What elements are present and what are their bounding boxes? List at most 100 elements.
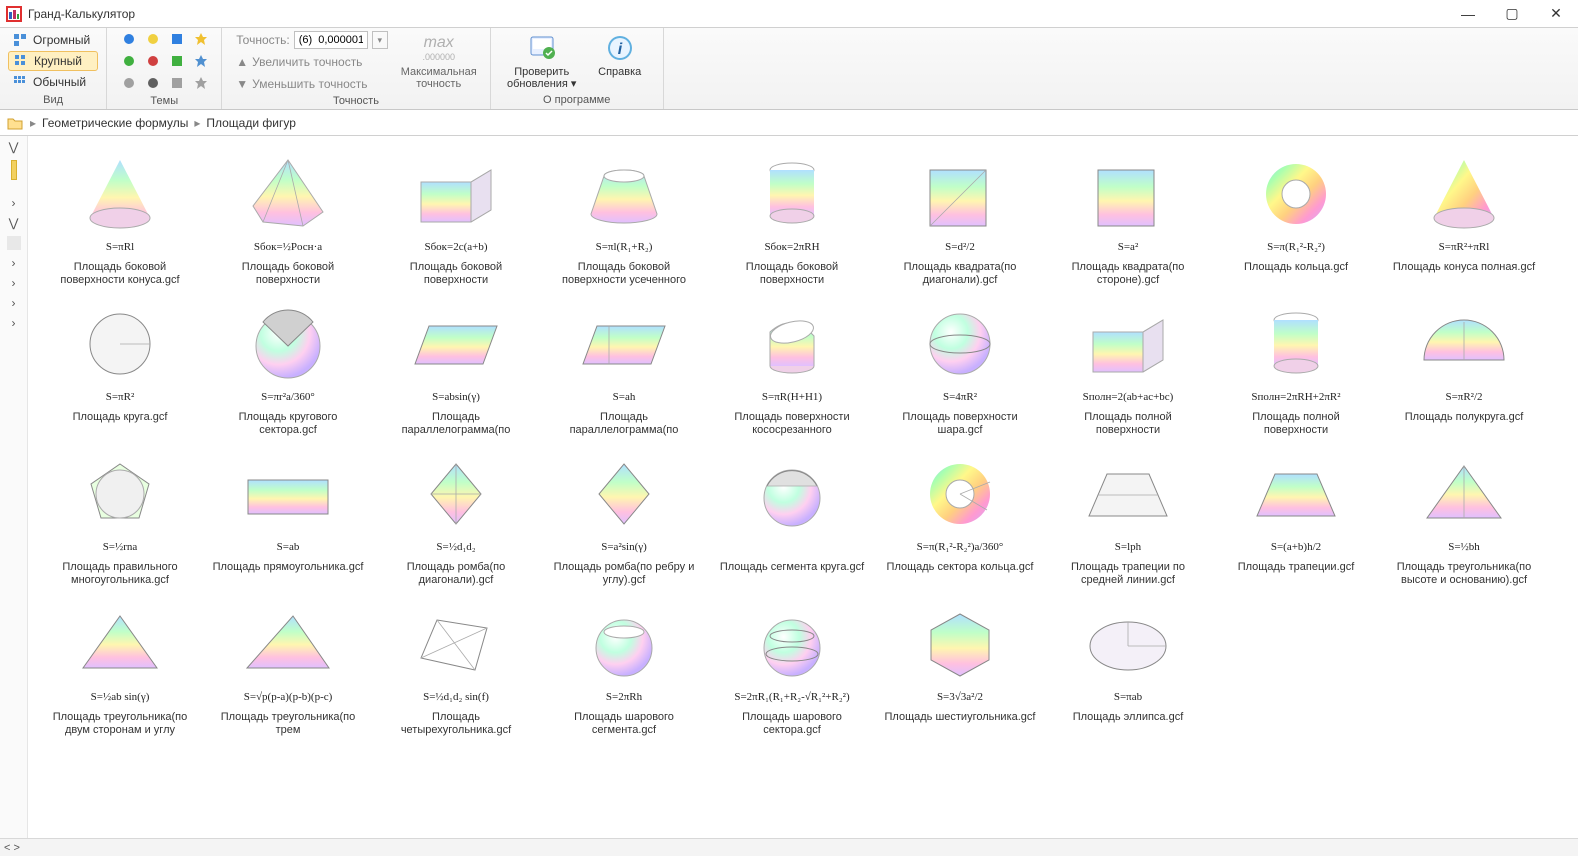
tile-sphere-seg[interactable]: S=2πRh Площадь шарового сегмента.gcf [544,596,704,742]
formula-text: S=lph [1115,541,1141,557]
max-precision-button[interactable]: max .000000 Максимальная точность [396,30,482,92]
breadcrumb-l2[interactable]: Площади фигур [206,116,296,130]
caption-text: Площадь квадрата(по стороне).gcf [1051,261,1205,289]
shape-thumb [900,449,1020,539]
tile-cylinder-full[interactable]: Sполн=2πRH+2πR² Площадь полной поверхнос… [1216,296,1376,442]
theme-green-circle[interactable] [119,52,139,70]
help-icon: i [604,32,636,64]
tile-triangle-bh[interactable]: S=½bh Площадь треугольника(по высоте и о… [1384,446,1544,592]
shape-thumb [564,449,684,539]
tile-circle[interactable]: S=πR² Площадь круга.gcf [40,296,200,442]
caption-text: Площадь сегмента круга.gcf [715,561,869,589]
tile-parallelogram-h[interactable]: S=ah Площадь параллелограмма(по [544,296,704,442]
nav-current[interactable] [7,236,21,250]
tile-rhombus-d[interactable]: S=½d₁d₂ Площадь ромба(по диагонали).gcf [376,446,536,592]
formula-text: S=√p(p-a)(p-b)(p-c) [244,691,333,707]
caption-text: Площадь квадрата(по диагонали).gcf [883,261,1037,289]
tile-hexagon[interactable]: S=3√3a²/2 Площадь шестиугольника.gcf [880,596,1040,742]
close-button[interactable]: ✕ [1534,0,1578,28]
shape-thumb [60,599,180,689]
formula-text: S=absin(γ) [432,391,480,407]
formula-text: S=½ab sin(γ) [91,691,150,707]
nav-right-1[interactable]: › [5,196,23,210]
maximize-button[interactable]: ▢ [1490,0,1534,28]
nav-down[interactable]: ⋁ [5,216,23,230]
shape-thumb [1404,299,1524,389]
check-updates-button[interactable]: Проверить обновления ▾ [499,30,585,92]
caption-text: Площадь параллелограмма(по [379,411,533,439]
theme-blue-circle[interactable] [119,30,139,48]
tile-ellipse[interactable]: S=πab Площадь эллипса.gcf [1048,596,1208,742]
tile-frustum-cone[interactable]: S=πl(R₁+R₂) Площадь боковой поверхности … [544,146,704,292]
shape-thumb [228,149,348,239]
shape-thumb [1068,449,1188,539]
theme-red-circle[interactable] [143,52,163,70]
tile-quad[interactable]: S=½d₁d₂ sin(f) Площадь четырехугольника.… [376,596,536,742]
shape-thumb [396,599,516,689]
view-large[interactable]: Крупный [8,51,98,71]
formula-text: S=½d₁d₂ [436,541,475,557]
tile-sector[interactable]: S=πr²a/360° Площадь кругового сектора.gc… [208,296,368,442]
tile-trapezoid[interactable]: S=(a+b)h/2 Площадь трапеции.gcf [1216,446,1376,592]
theme-gray-circle[interactable] [119,74,139,92]
tile-sliced-cyl[interactable]: S=πR(H+H1) Площадь поверхности кососреза… [712,296,872,442]
tile-cone[interactable]: S=πRl Площадь боковой поверхности конуса… [40,146,200,292]
breadcrumb-l1[interactable]: Геометрические формулы [42,116,188,130]
shape-thumb [1236,299,1356,389]
status-nav[interactable]: < > [4,842,20,854]
shape-thumb [396,449,516,539]
formula-text: S=a²sin(γ) [601,541,647,557]
theme-blue-square[interactable] [167,30,187,48]
tile-segment[interactable]: Площадь сегмента круга.gcf [712,446,872,592]
side-nav: ⋁ › ⋁ › › › › [0,136,28,838]
tile-pyramid[interactable]: Sбок=½Pосн·a Площадь боковой поверхности [208,146,368,292]
tile-rhombus[interactable]: S=a²sin(γ) Площадь ромба(по ребру и углу… [544,446,704,592]
tile-prism[interactable]: Sбок=2c(a+b) Площадь боковой поверхности [376,146,536,292]
theme-star-blue[interactable] [191,52,211,70]
tile-ring-sector[interactable]: S=π(R₁²-R₂²)a/360° Площадь сектора кольц… [880,446,1040,592]
collapse-toggle[interactable]: ⋁ [5,140,23,154]
view-normal[interactable]: Обычный [8,72,98,92]
arrow-up-icon: ▲ [236,55,248,69]
tile-cone-full[interactable]: S=πR²+πRl Площадь конуса полная.gcf [1384,146,1544,292]
decrease-precision[interactable]: ▼Уменьшить точность [236,74,387,94]
help-button[interactable]: i Справка [585,30,655,92]
tile-square-diag[interactable]: S=d²/2 Площадь квадрата(по диагонали).gc… [880,146,1040,292]
caption-text: Площадь треугольника(по двум сторонам и … [43,711,197,739]
nav-right-5[interactable]: › [5,316,23,330]
theme-yellow-circle[interactable] [143,30,163,48]
tile-sphere-sec[interactable]: S=2πR₁(R₁+R₂-√R₁²+R₂²) Площадь шарового … [712,596,872,742]
tile-trapezoid-m[interactable]: S=lph Площадь трапеции по средней линии.… [1048,446,1208,592]
theme-dark-circle[interactable] [143,74,163,92]
caption-text: Площадь прямоугольника.gcf [211,561,365,589]
shape-thumb [228,449,348,539]
tile-box[interactable]: Sполн=2(ab+ac+bc) Площадь полной поверхн… [1048,296,1208,442]
tile-triangle-ab[interactable]: S=½ab sin(γ) Площадь треугольника(по дву… [40,596,200,742]
theme-star-gold[interactable] [191,30,211,48]
nav-right-2[interactable]: › [5,256,23,270]
tile-parallelogram[interactable]: S=absin(γ) Площадь параллелограмма(по [376,296,536,442]
tile-polygon[interactable]: S=½rna Площадь правильного многоугольник… [40,446,200,592]
tile-semicircle[interactable]: S=πR²/2 Площадь полукруга.gcf [1384,296,1544,442]
group-precision: Точность: ▾ ▲Увеличить точность ▼Уменьши… [222,28,490,109]
theme-green-square[interactable] [167,52,187,70]
tile-square[interactable]: S=a² Площадь квадрата(по стороне).gcf [1048,146,1208,292]
minimize-button[interactable]: — [1446,0,1490,28]
tile-cylinder[interactable]: Sбок=2πRH Площадь боковой поверхности [712,146,872,292]
theme-star-gray[interactable] [191,74,211,92]
nav-right-3[interactable]: › [5,276,23,290]
theme-gray-square[interactable] [167,74,187,92]
formula-text: S=2πR₁(R₁+R₂-√R₁²+R₂²) [734,691,849,707]
increase-precision[interactable]: ▲Увеличить точность [236,52,387,72]
tile-rectangle[interactable]: S=ab Площадь прямоугольника.gcf [208,446,368,592]
tile-sphere[interactable]: S=4πR² Площадь поверхности шара.gcf [880,296,1040,442]
view-huge[interactable]: Огромный [8,30,98,50]
tile-annulus[interactable]: S=π(R₁²-R₂²) Площадь кольца.gcf [1216,146,1376,292]
precision-dropdown-icon[interactable]: ▾ [372,31,388,49]
shape-thumb [396,149,516,239]
nav-right-4[interactable]: › [5,296,23,310]
precision-input[interactable] [294,31,368,49]
tile-triangle-3[interactable]: S=√p(p-a)(p-b)(p-c) Площадь треугольника… [208,596,368,742]
folder-icon[interactable] [6,114,24,132]
group-view: Огромный Крупный Обычный Вид [0,28,107,109]
